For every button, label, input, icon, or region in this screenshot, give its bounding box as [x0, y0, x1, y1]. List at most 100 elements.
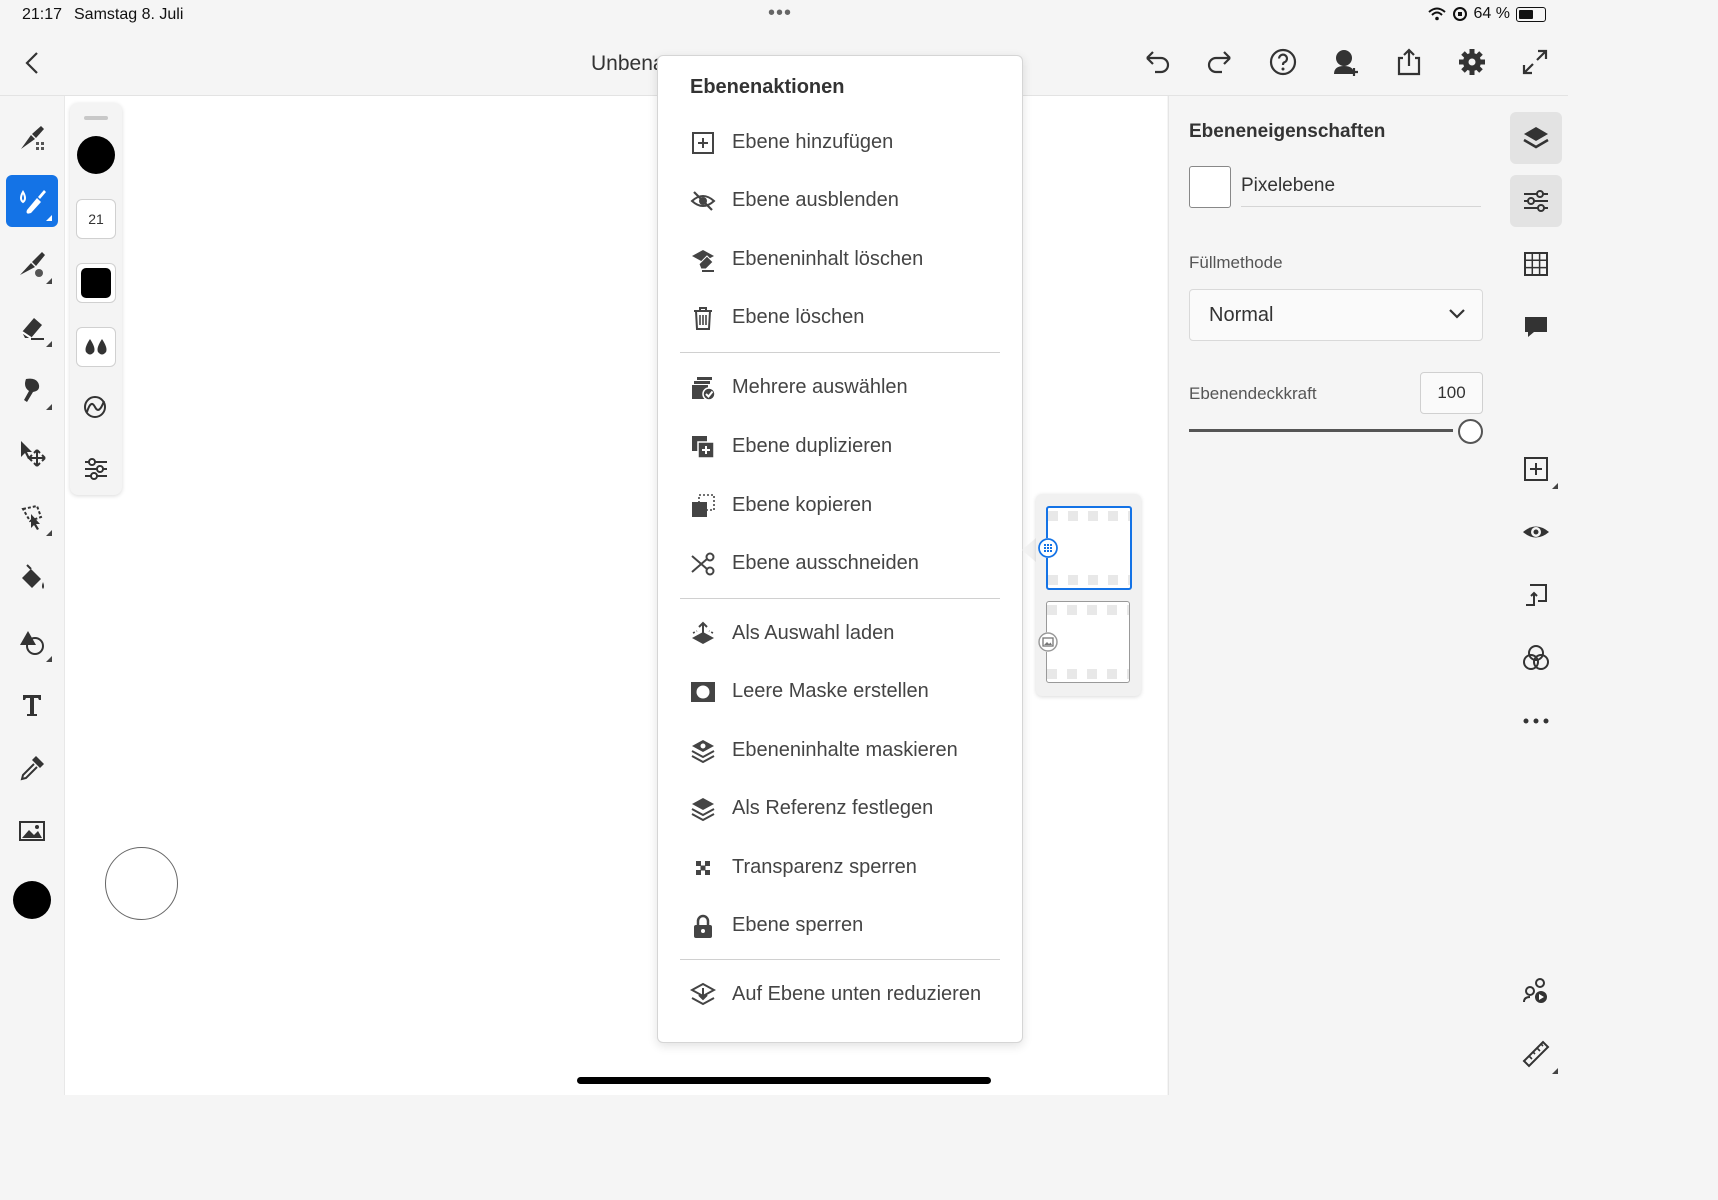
duplicate-icon — [692, 436, 715, 459]
menu-item-create-empty-mask[interactable]: Leere Maske erstellen — [680, 669, 1002, 715]
brush-tool[interactable] — [6, 175, 58, 227]
help-icon[interactable] — [1267, 46, 1299, 78]
lasso-tool[interactable] — [6, 490, 58, 542]
hide-eye-icon — [690, 191, 716, 211]
layer-thumbnail-selected[interactable] — [1038, 506, 1132, 590]
opacity-value: 100 — [1437, 383, 1466, 402]
settings-gear-icon[interactable] — [1456, 46, 1488, 78]
status-date: Samstag 8. Juli — [74, 6, 184, 23]
copy-icon — [692, 494, 715, 517]
transparency-checker — [1048, 575, 1130, 585]
transparency-checker — [1047, 669, 1129, 679]
clipping-mask-button[interactable] — [1510, 569, 1562, 621]
more-options-button[interactable] — [1510, 695, 1562, 747]
lock-icon — [694, 914, 712, 938]
left-toolbar — [0, 96, 65, 1095]
opacity-slider-track[interactable] — [1189, 429, 1453, 432]
menu-item-label: Mehrere auswählen — [732, 376, 908, 398]
menu-item-label: Ebene löschen — [732, 306, 865, 328]
brush-size-button[interactable]: 21 — [76, 199, 116, 239]
brush-shape-button[interactable] — [76, 263, 116, 303]
place-image-tool[interactable] — [6, 805, 58, 857]
clear-content-icon — [692, 250, 714, 272]
text-tool[interactable] — [6, 679, 58, 731]
lock-transparency-icon — [696, 861, 710, 875]
menu-item-hide-layer[interactable]: Ebene ausblenden — [680, 178, 1002, 224]
menu-item-duplicate-layer[interactable]: Ebene duplizieren — [680, 424, 1002, 470]
menu-item-cut-layer[interactable]: Ebene ausschneiden — [680, 541, 1002, 587]
image-icon — [19, 821, 45, 841]
paint-brush-grid-icon — [21, 126, 44, 150]
text-t-icon — [23, 695, 41, 716]
brush-color-swatch[interactable] — [77, 136, 115, 174]
multitasking-dots-icon[interactable]: ••• — [768, 2, 792, 25]
add-layer-icon — [692, 132, 714, 154]
blend-mode-dropdown[interactable]: Normal — [1189, 289, 1483, 341]
paint-bucket-icon — [22, 564, 44, 589]
layer-properties-button[interactable] — [1510, 175, 1562, 227]
layer-name-field[interactable]: Pixelebene — [1241, 166, 1481, 207]
menu-item-copy-layer[interactable]: Ebene kopieren — [680, 483, 1002, 529]
opacity-slider-handle[interactable] — [1458, 419, 1483, 444]
chevron-down-icon — [1449, 309, 1465, 319]
mixer-brush-tool[interactable] — [6, 238, 58, 290]
menu-item-clear-content[interactable]: Ebeneninhalt löschen — [680, 237, 1002, 283]
smoothing-icon[interactable] — [82, 393, 110, 421]
invite-user-icon[interactable] — [1330, 46, 1362, 78]
menu-item-mask-content[interactable]: Ebeneninhalte maskieren — [680, 728, 1002, 774]
visibility-button[interactable] — [1510, 506, 1562, 558]
eraser-tool[interactable] — [6, 301, 58, 353]
menu-item-label: Transparenz sperren — [732, 856, 917, 878]
share-icon[interactable] — [1393, 46, 1425, 78]
back-chevron-icon[interactable] — [22, 50, 42, 76]
menu-item-load-as-selection[interactable]: Als Auswahl laden — [680, 611, 1002, 657]
comments-button[interactable] — [1510, 301, 1562, 353]
menu-item-delete-layer[interactable]: Ebene löschen — [680, 295, 1002, 341]
brush-settings-sliders-icon[interactable] — [82, 455, 110, 483]
merge-down-icon — [690, 982, 716, 1006]
opacity-input[interactable]: 100 — [1420, 372, 1483, 414]
layers-icon — [1523, 127, 1549, 149]
menu-item-lock-layer[interactable]: Ebene sperren — [680, 903, 1002, 949]
foreground-color-swatch[interactable] — [13, 881, 51, 919]
blend-modes-button[interactable] — [1510, 632, 1562, 684]
status-bar: 21:17 Samstag 8. Juli ••• 64 % — [0, 0, 1568, 32]
menu-item-select-multiple[interactable]: Mehrere auswählen — [680, 365, 1002, 411]
menu-item-label: Ebene kopieren — [732, 494, 873, 516]
layer-thumbnail[interactable] — [1038, 601, 1130, 683]
livestream-button[interactable] — [1510, 965, 1562, 1017]
move-tool[interactable] — [6, 427, 58, 479]
move-arrows-icon — [21, 441, 46, 467]
mask-icon — [691, 682, 715, 702]
popover-pointer — [1022, 538, 1036, 562]
layer-stack — [1036, 494, 1141, 696]
brush-fill-tool[interactable] — [6, 112, 58, 164]
smudge-tool[interactable] — [6, 364, 58, 416]
shape-tool[interactable] — [6, 616, 58, 668]
brush-flow-button[interactable] — [76, 327, 116, 367]
blend-mode-value: Normal — [1209, 304, 1274, 326]
undo-icon[interactable] — [1141, 46, 1173, 78]
menu-item-merge-down[interactable]: Auf Ebene unten reduzieren — [680, 972, 1002, 1018]
menu-item-set-as-reference[interactable]: Als Referenz festlegen — [680, 786, 1002, 832]
menu-item-add-layer[interactable]: Ebene hinzufügen — [680, 120, 1002, 166]
fullscreen-icon[interactable] — [1519, 46, 1551, 78]
grid-icon — [1524, 252, 1548, 276]
document-title[interactable]: Unbena — [591, 52, 665, 76]
menu-item-label: Als Auswahl laden — [732, 622, 895, 644]
layers-panel-button[interactable] — [1510, 112, 1562, 164]
add-layer-button[interactable] — [1510, 443, 1562, 495]
menu-item-label: Ebeneninhalte maskieren — [732, 739, 958, 761]
menu-item-label: Ebene hinzufügen — [732, 131, 894, 153]
orientation-lock-icon — [1452, 7, 1467, 21]
home-indicator[interactable] — [577, 1077, 991, 1084]
redo-icon[interactable] — [1204, 46, 1236, 78]
fill-tool[interactable] — [6, 553, 58, 605]
grid-button[interactable] — [1510, 238, 1562, 290]
ruler-button[interactable] — [1510, 1028, 1562, 1080]
menu-divider — [680, 598, 1000, 599]
eyedropper-tool[interactable] — [6, 742, 58, 794]
add-layer-plus-icon — [1524, 457, 1548, 481]
panel-grip-handle[interactable] — [84, 116, 108, 120]
menu-item-lock-transparency[interactable]: Transparenz sperren — [680, 845, 1002, 891]
